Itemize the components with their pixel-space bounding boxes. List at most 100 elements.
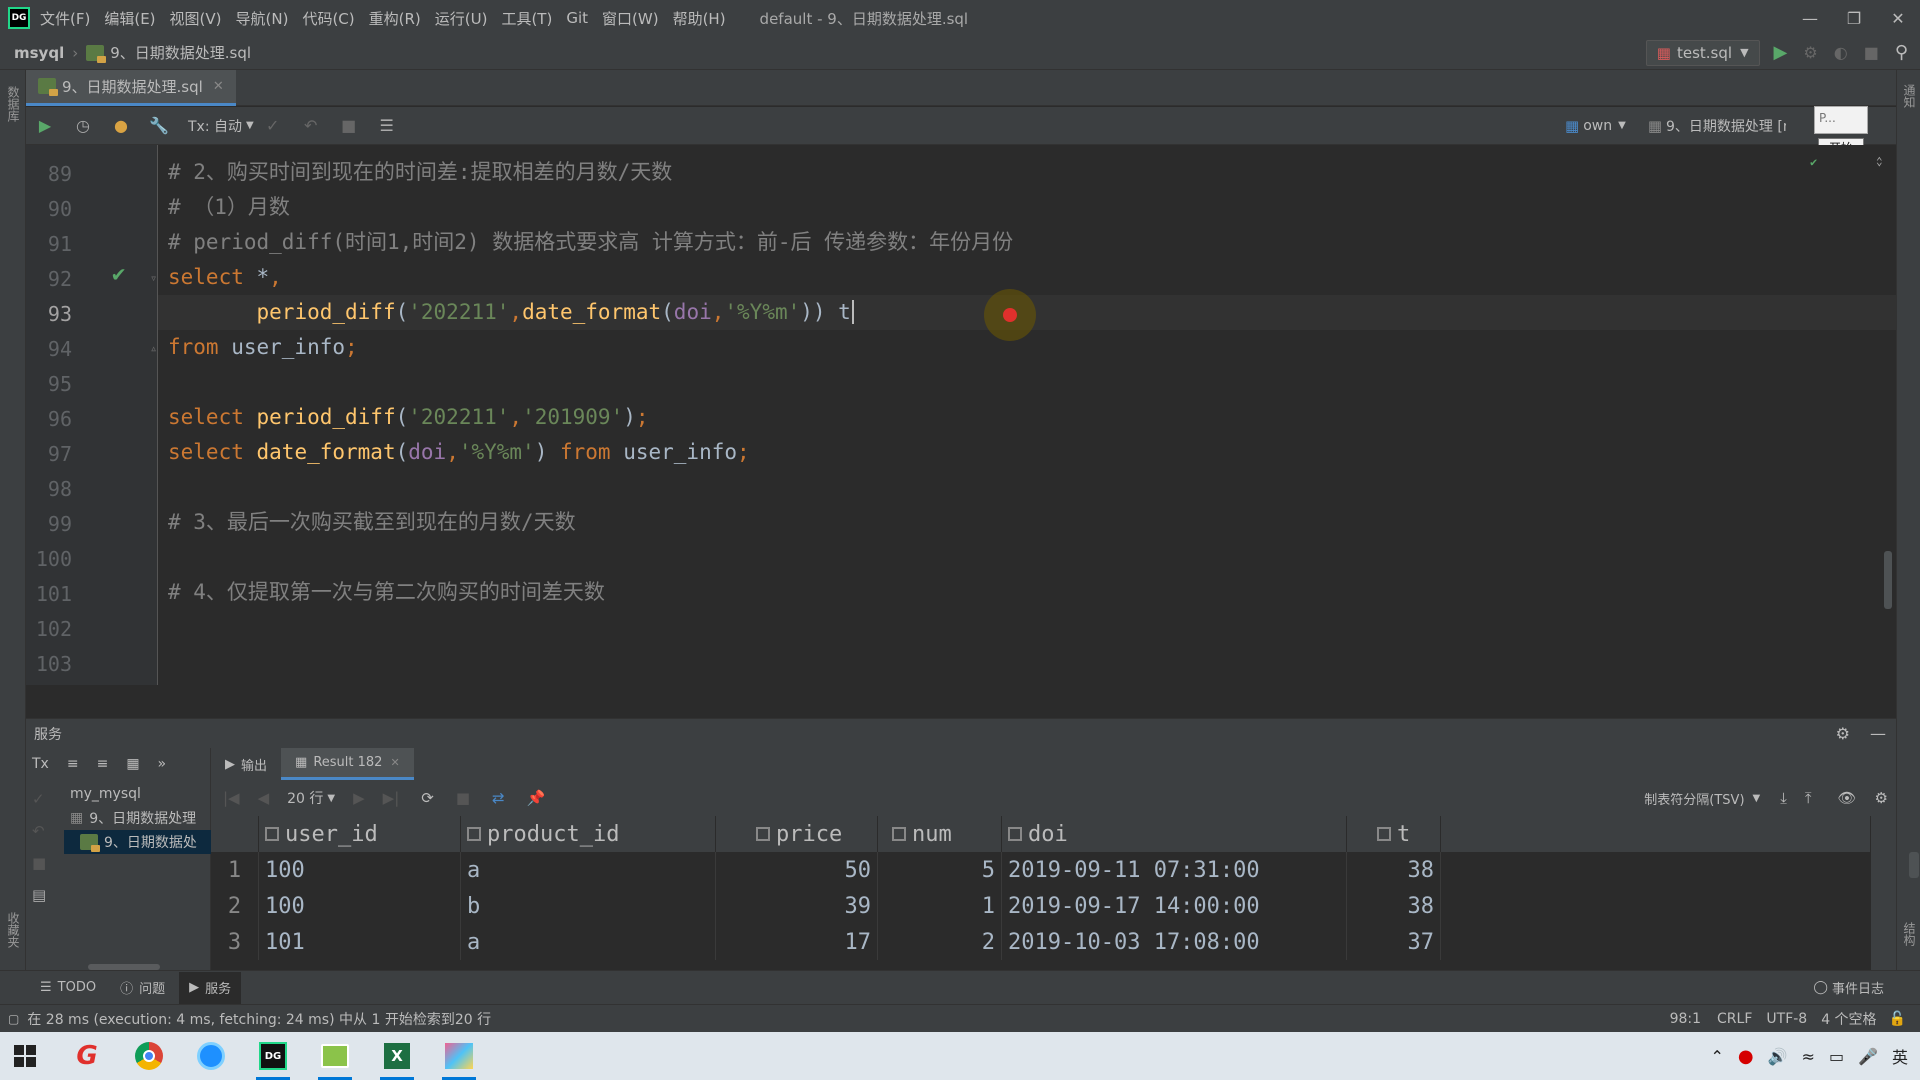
menu-refactor[interactable]: 重构(R) [369, 8, 421, 29]
column-header[interactable]: doi [1002, 816, 1347, 852]
last-page-icon[interactable]: ▶| [383, 789, 400, 807]
image-viewer-icon[interactable] [310, 1032, 360, 1080]
next-page-icon[interactable]: ▶ [353, 789, 365, 807]
menu-help[interactable]: 帮助(H) [673, 8, 726, 29]
menu-file[interactable]: 文件(F) [40, 8, 90, 29]
table-cell[interactable]: 50 [716, 852, 878, 888]
record-icon[interactable]: ● [1738, 1046, 1754, 1067]
table-cell[interactable]: b [461, 888, 716, 924]
close-icon[interactable]: ✕ [1876, 0, 1920, 36]
table-cell[interactable]: 37 [1347, 924, 1441, 960]
table-cell[interactable]: 17 [716, 924, 878, 960]
wrench-icon[interactable]: 🔧 [148, 115, 170, 137]
schema-select[interactable]: own [1583, 118, 1612, 134]
debug-icon[interactable]: ⚙ [1803, 43, 1817, 62]
wifi-icon[interactable]: ≈ [1802, 1047, 1815, 1066]
table-cell[interactable]: a [461, 852, 716, 888]
favorites-tool-tab[interactable]: 收藏夹 [5, 912, 22, 948]
code-editor[interactable]: 89 90 91 92 93 94 95 96 97 98 99 100 101… [26, 145, 1896, 685]
excel-icon[interactable]: X [372, 1032, 422, 1080]
table-cell[interactable]: 39 [716, 888, 878, 924]
menu-view[interactable]: 视图(V) [170, 8, 222, 29]
table-cell[interactable]: 2019-09-11 07:31:00 [1002, 852, 1347, 888]
reload-icon[interactable]: ⟳ [421, 789, 434, 807]
tx-mode-select[interactable]: Tx: 自动 [188, 116, 242, 136]
file-encoding[interactable]: UTF-8 [1766, 1011, 1807, 1027]
tab-result[interactable]: ▦ Result 182 ✕ [281, 748, 414, 780]
close-tab-icon[interactable]: ✕ [390, 756, 399, 769]
menu-run[interactable]: 运行(U) [435, 8, 488, 29]
table-cell[interactable]: a [461, 924, 716, 960]
run-icon[interactable]: ▶ [1774, 42, 1788, 63]
table-cell[interactable]: 2 [878, 924, 1002, 960]
search-icon[interactable]: ⚲ [1895, 42, 1908, 63]
restore-icon[interactable]: ❐ [1832, 0, 1876, 36]
chevron-up-icon[interactable]: ⌃ [1710, 1047, 1723, 1066]
commit-icon[interactable]: ✓ [262, 115, 284, 137]
gear-icon[interactable]: ⚙ [1836, 724, 1850, 743]
structure-tool-tab[interactable]: 结构 [1901, 922, 1918, 946]
fold-icon[interactable]: ▵ [150, 341, 157, 355]
run-config-select[interactable]: ▦ test.sql ▼ [1645, 39, 1760, 66]
compare-icon[interactable]: ⇄ [492, 789, 505, 807]
table-cell[interactable]: 1 [878, 888, 1002, 924]
download-icon[interactable]: ⤓ [1780, 789, 1787, 807]
line-separator[interactable]: CRLF [1717, 1011, 1752, 1027]
ime-indicator[interactable]: 英 [1892, 1044, 1908, 1068]
layout-icon[interactable]: ▤ [32, 886, 52, 904]
chrome-icon[interactable] [124, 1032, 174, 1080]
table-cell[interactable]: 101 [259, 924, 461, 960]
breadcrumb-project[interactable]: msyql [14, 44, 64, 62]
menu-code[interactable]: 代码(C) [302, 8, 354, 29]
result-grid[interactable]: user_id product_id price num doi t 1 100… [211, 816, 1919, 970]
notifications-tool-tab[interactable]: 通知 [1901, 84, 1918, 108]
column-header[interactable]: num [878, 816, 1002, 852]
execute-icon[interactable]: ▶ [34, 115, 56, 137]
table-cell[interactable]: 2019-10-03 17:08:00 [1002, 924, 1347, 960]
column-header[interactable]: t [1347, 816, 1441, 852]
column-header[interactable]: product_id [461, 816, 716, 852]
editor-tab-active[interactable]: 9、日期数据处理.sql ✕ [26, 69, 236, 106]
table-cell[interactable]: 100 [259, 888, 461, 924]
grid-layout-icon[interactable]: ☰ [376, 115, 398, 137]
stop-icon[interactable]: ■ [32, 854, 52, 872]
indent-setting[interactable]: 4 个空格 [1821, 1009, 1876, 1029]
menu-edit[interactable]: 编辑(E) [104, 8, 155, 29]
grid-scrollbar[interactable] [1909, 852, 1919, 878]
profile-icon[interactable]: ● [110, 115, 132, 137]
microphone-icon[interactable]: 🎤 [1858, 1047, 1878, 1066]
cancel-icon[interactable]: ■ [338, 115, 360, 137]
rollback-icon[interactable]: ↶ [32, 822, 52, 840]
minimize-panel-icon[interactable]: — [1870, 724, 1886, 743]
session-select[interactable]: 9、日期数据处理 [my_... [1666, 116, 1786, 136]
coverage-icon[interactable]: ◐ [1834, 43, 1848, 62]
datagrip-icon[interactable]: DG [248, 1032, 298, 1080]
table-cell[interactable]: 38 [1347, 888, 1441, 924]
group-icon[interactable]: ▦ [126, 756, 139, 772]
cancel-icon[interactable]: ■ [456, 789, 470, 807]
collapse-all-icon[interactable]: ≡ [97, 756, 109, 772]
paint-icon[interactable] [434, 1032, 484, 1080]
database-tool-tab[interactable]: 数据库 [5, 86, 22, 122]
breadcrumb-file[interactable]: 9、日期数据处理.sql [110, 42, 251, 63]
tree-root[interactable]: my_mysql [70, 786, 141, 802]
commit-icon[interactable]: ✓ [32, 790, 52, 808]
tree-node[interactable]: ▦ 9、日期数据处理 [70, 808, 196, 828]
app-g-icon[interactable]: G [62, 1032, 112, 1080]
table-cell[interactable]: 100 [259, 852, 461, 888]
close-tab-icon[interactable]: ✕ [213, 79, 224, 94]
table-cell[interactable]: 38 [1347, 852, 1441, 888]
services-tool-button[interactable]: ▶ 服务 [179, 971, 242, 1004]
tab-output[interactable]: ▶ 输出 [211, 748, 281, 780]
todo-tool-button[interactable]: ☰ TODO [40, 980, 96, 995]
lock-icon[interactable]: 🔓 [1889, 1011, 1906, 1027]
browser-icon[interactable] [186, 1032, 236, 1080]
rollback-icon[interactable]: ↶ [300, 115, 322, 137]
export-format-select[interactable]: 制表符分隔(TSV) [1644, 789, 1744, 808]
caret-position[interactable]: 98:1 [1670, 1011, 1701, 1027]
gear-icon[interactable]: ⚙ [1875, 789, 1888, 807]
problems-tool-button[interactable]: ⓘ 问题 [120, 978, 165, 997]
column-header[interactable]: price [716, 816, 878, 852]
volume-icon[interactable]: 🔊 [1768, 1047, 1788, 1066]
menu-window[interactable]: 窗口(W) [602, 8, 659, 29]
